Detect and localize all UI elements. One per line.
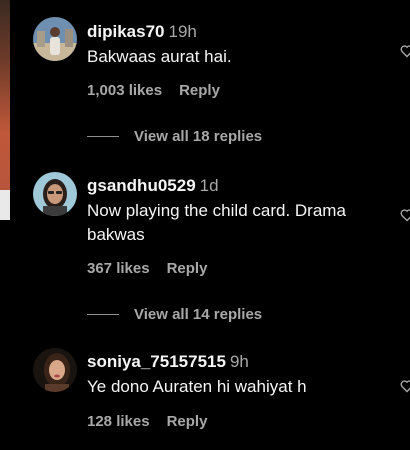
comment-text: Ye dono Auraten hi wahiyat h: [87, 377, 307, 396]
view-replies-button[interactable]: View all 14 replies: [87, 306, 262, 323]
view-replies-label: View all 18 replies: [134, 128, 263, 145]
avatar[interactable]: [33, 172, 77, 216]
view-replies-label: View all 14 replies: [134, 306, 263, 323]
username[interactable]: gsandhu0529: [87, 176, 196, 195]
heart-outline-icon[interactable]: [400, 208, 410, 222]
comment-text: Bakwaas aurat hai.: [87, 47, 232, 66]
timestamp: 9h: [229, 352, 249, 371]
heart-outline-icon[interactable]: [400, 44, 410, 58]
comment-header: soniya_75157515 9h: [87, 352, 249, 372]
divider-line: [87, 136, 119, 137]
comment-actions: 367 likes Reply: [87, 260, 207, 277]
comment-actions: 128 likes Reply: [87, 413, 207, 430]
reply-button[interactable]: Reply: [179, 82, 220, 99]
avatar[interactable]: [33, 348, 77, 392]
likes-count[interactable]: 128 likes: [87, 413, 150, 430]
comment-text: Now playing the child card. Drama bakwas: [87, 201, 346, 244]
avatar[interactable]: [33, 17, 77, 61]
view-replies-button[interactable]: View all 18 replies: [87, 128, 262, 145]
reply-button[interactable]: Reply: [167, 413, 208, 430]
reply-button[interactable]: Reply: [167, 260, 208, 277]
username[interactable]: dipikas70: [87, 22, 165, 41]
likes-count[interactable]: 367 likes: [87, 260, 150, 277]
heart-outline-icon[interactable]: [400, 379, 410, 393]
comment-header: dipikas70 19h: [87, 22, 197, 42]
timestamp: 1d: [199, 176, 219, 195]
likes-count[interactable]: 1,003 likes: [87, 82, 162, 99]
divider-line: [87, 314, 119, 315]
comment-actions: 1,003 likes Reply: [87, 82, 220, 99]
username[interactable]: soniya_75157515: [87, 352, 226, 371]
post-image-border: [0, 190, 10, 220]
post-image-fragment: [0, 0, 10, 190]
background-post-image-edge: [0, 0, 10, 450]
timestamp: 19h: [168, 22, 197, 41]
comment-header: gsandhu0529 1d: [87, 176, 219, 196]
